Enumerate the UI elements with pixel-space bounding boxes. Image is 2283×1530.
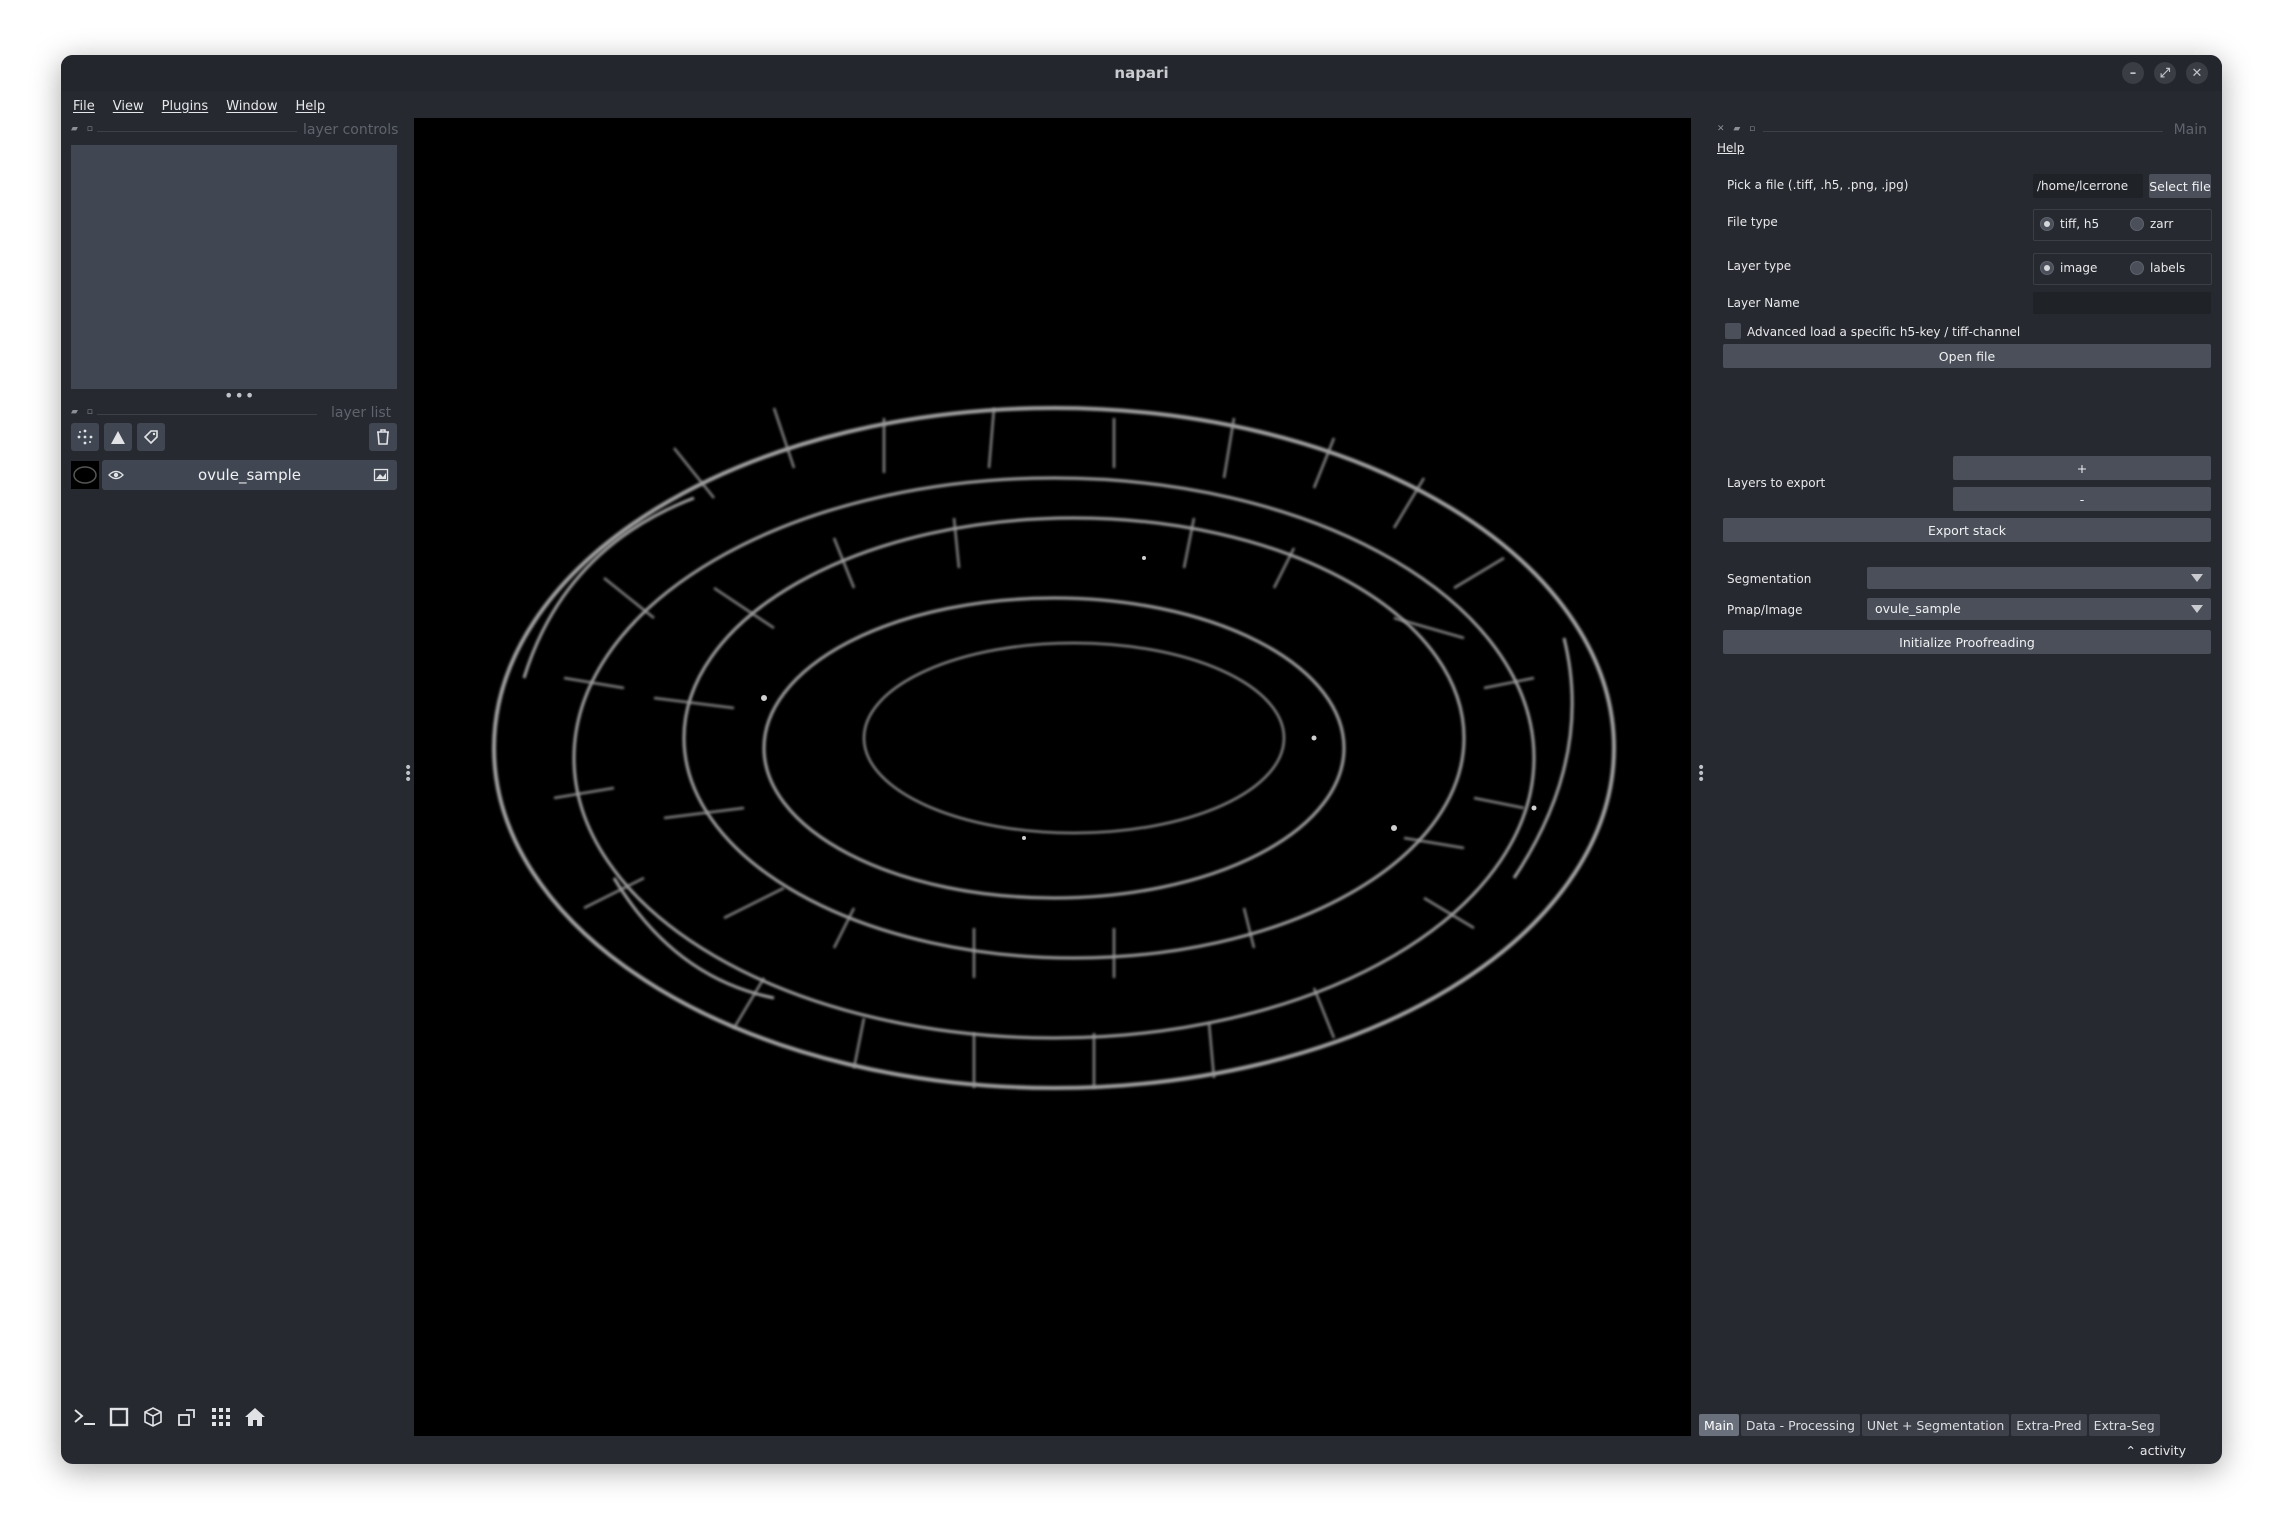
title-bar: napari – ⤢ ✕	[61, 55, 2222, 91]
home-button[interactable]	[241, 1403, 269, 1431]
new-shapes-layer-button[interactable]	[104, 423, 132, 451]
layers-to-export-label: Layers to export	[1727, 476, 1826, 490]
layer-type-image-radio[interactable]: image	[2040, 261, 2097, 275]
add-layer-export-button[interactable]: +	[1953, 456, 2211, 480]
dock-title-main: Main	[2173, 122, 2207, 138]
image-canvas[interactable]	[414, 118, 1691, 1436]
napari-window: napari – ⤢ ✕ File View Plugins Window He…	[61, 55, 2222, 1464]
widget-tabs: Main Data - Processing UNet + Segmentati…	[1699, 1414, 2160, 1436]
advanced-load-checkbox[interactable]	[1725, 323, 1741, 339]
menu-file[interactable]: File	[73, 99, 95, 114]
tab-unet-segmentation[interactable]: UNet + Segmentation	[1861, 1414, 2010, 1436]
layer-list-item[interactable]: ovule_sample	[71, 460, 397, 490]
image-icon	[373, 467, 389, 487]
close-button[interactable]: ✕	[2186, 62, 2208, 84]
layer-type-radiogroup: image labels	[2033, 253, 2212, 285]
advanced-load-label: Advanced load a specific h5-key / tiff-c…	[1747, 325, 2021, 339]
radio-label: image	[2060, 261, 2098, 275]
console-icon	[74, 1409, 95, 1425]
export-stack-button[interactable]: Export stack	[1723, 518, 2211, 542]
right-splitter-handle[interactable]: • • •	[1697, 761, 1705, 787]
chevron-down-icon	[2191, 574, 2203, 582]
dock-title-line	[1763, 131, 2163, 132]
segmentation-select[interactable]	[1867, 567, 2211, 589]
plantseg-widget-panel: ✕ ▰ ▫ Main Help Pick a file (.tiff, .h5,…	[1717, 118, 2212, 1436]
dock-title-line	[97, 131, 297, 132]
tag-icon	[143, 430, 158, 445]
layer-type-labels-radio[interactable]: labels	[2130, 261, 2185, 275]
menu-plugins[interactable]: Plugins	[162, 99, 209, 114]
layer-name-input[interactable]	[2033, 292, 2211, 314]
file-path-value: /home/lcerrone	[2037, 179, 2129, 193]
dock-title-line	[97, 414, 317, 415]
radio-label: zarr	[2150, 217, 2174, 231]
grid-icon	[212, 1408, 230, 1426]
radio-indicator	[2130, 217, 2144, 231]
square-icon	[109, 1407, 129, 1427]
help-link[interactable]: Help	[1717, 141, 1744, 155]
open-file-button[interactable]: Open file	[1723, 344, 2211, 368]
viewer-buttons	[71, 1403, 269, 1431]
radio-label: labels	[2150, 261, 2186, 275]
layer-controls-title: layer controls	[303, 122, 399, 138]
file-type-radiogroup: tiff, h5 zarr	[2033, 209, 2212, 241]
new-labels-layer-button[interactable]	[137, 423, 165, 451]
tab-extra-seg[interactable]: Extra-Seg	[2088, 1414, 2160, 1436]
file-type-label: File type	[1727, 215, 1778, 229]
delete-layer-button[interactable]	[369, 423, 397, 451]
new-points-layer-button[interactable]	[71, 423, 99, 451]
layer-name-label: Layer Name	[1727, 296, 1800, 310]
dock-float-icons[interactable]: ▰ ▫	[71, 124, 96, 134]
menu-view[interactable]: View	[113, 99, 144, 114]
ovule-image	[492, 406, 1616, 1090]
shapes-icon	[111, 431, 125, 444]
cube-icon	[144, 1407, 162, 1427]
console-button[interactable]	[71, 1403, 99, 1431]
window-title: napari	[1114, 64, 1169, 82]
pmap-image-label: Pmap/Image	[1727, 603, 1803, 617]
menu-help[interactable]: Help	[295, 99, 325, 114]
ndisplay-button[interactable]	[105, 1403, 133, 1431]
transpose-dims-button[interactable]	[173, 1403, 201, 1431]
menu-bar: File View Plugins Window Help	[73, 92, 325, 120]
select-file-button[interactable]: Select file	[2149, 174, 2211, 198]
dock-close-float-icons[interactable]: ✕ ▰ ▫	[1717, 124, 1758, 134]
remove-layer-export-button[interactable]: -	[1953, 487, 2211, 511]
layer-type-label: Layer type	[1727, 259, 1792, 273]
left-splitter-handle[interactable]: • • •	[404, 761, 412, 787]
dock-float-icons[interactable]: ▰ ▫	[71, 407, 96, 417]
file-path-field[interactable]: /home/lcerrone	[2033, 174, 2143, 198]
tab-extra-pred[interactable]: Extra-Pred	[2011, 1414, 2087, 1436]
minimize-button[interactable]: –	[2122, 62, 2144, 84]
select-value: ovule_sample	[1875, 601, 1961, 616]
trash-icon	[377, 429, 389, 445]
layer-list-title: layer list	[331, 405, 392, 421]
roll-dims-button[interactable]	[139, 1403, 167, 1431]
pmap-image-select[interactable]: ovule_sample	[1867, 598, 2211, 620]
radio-indicator	[2040, 217, 2054, 231]
maximize-button[interactable]: ⤢	[2154, 62, 2176, 84]
layer-controls-panel	[71, 145, 397, 389]
layer-thumbnail	[71, 461, 99, 489]
grid-view-button[interactable]	[207, 1403, 235, 1431]
file-type-zarr-radio[interactable]: zarr	[2130, 217, 2173, 231]
layer-item-body[interactable]: ovule_sample	[102, 460, 397, 490]
splitter-grip[interactable]: •••	[224, 386, 255, 405]
tab-main[interactable]: Main	[1699, 1414, 1739, 1436]
tab-data-processing[interactable]: Data - Processing	[1740, 1414, 1860, 1436]
radio-indicator	[2130, 261, 2144, 275]
menu-window[interactable]: Window	[226, 99, 277, 114]
home-icon	[245, 1408, 265, 1426]
radio-indicator	[2040, 261, 2054, 275]
pick-file-label: Pick a file (.tiff, .h5, .png, .jpg)	[1727, 178, 1909, 192]
layer-name: ovule_sample	[198, 466, 301, 484]
initialize-proofreading-button[interactable]: Initialize Proofreading	[1723, 630, 2211, 654]
transpose-icon	[178, 1409, 195, 1426]
file-type-tiff-h5-radio[interactable]: tiff, h5	[2040, 217, 2099, 231]
chevron-down-icon	[2191, 605, 2203, 613]
radio-label: tiff, h5	[2060, 217, 2100, 231]
segmentation-label: Segmentation	[1727, 572, 1812, 586]
activity-toggle[interactable]: ⌃ activity	[2125, 1443, 2186, 1458]
points-icon	[77, 429, 93, 445]
